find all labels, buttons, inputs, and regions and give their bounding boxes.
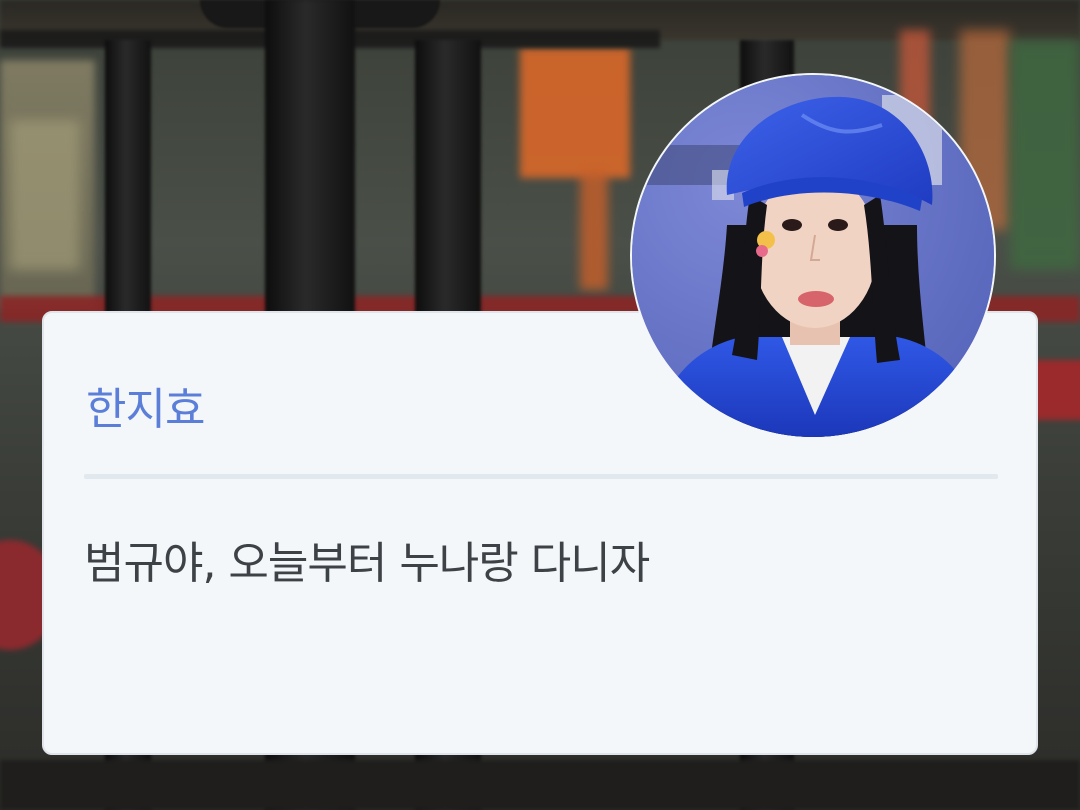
background-orange-flag [520, 48, 630, 178]
character-portrait-icon [632, 75, 994, 437]
background-floor [0, 760, 1080, 810]
speaker-name: 한지효 [86, 384, 205, 435]
dialogue-text: 범규야, 오늘부터 누나랑 다니자 [84, 538, 650, 589]
background-shelf-highlight [10, 120, 80, 270]
dialogue-divider [84, 474, 998, 479]
background-orange-strip [580, 170, 608, 290]
game-scene: 한지효 범규야, 오늘부터 누나랑 다니자 [0, 0, 1080, 810]
background-green-flag [1010, 40, 1080, 270]
character-avatar [630, 73, 996, 439]
